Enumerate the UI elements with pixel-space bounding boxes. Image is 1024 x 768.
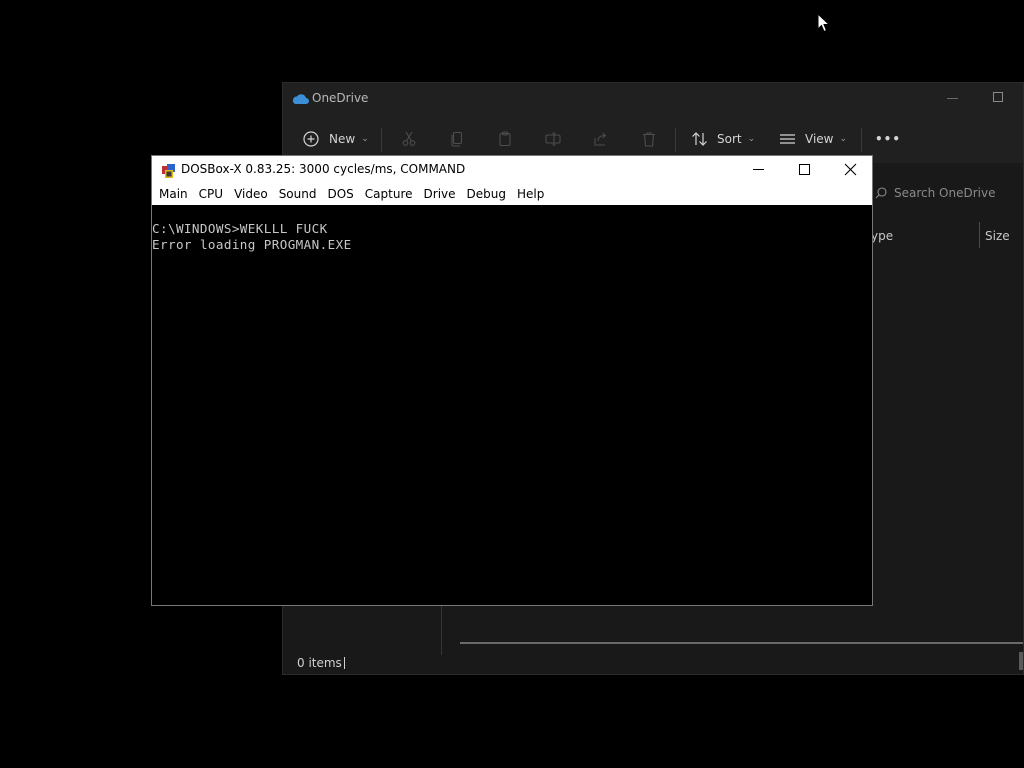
trash-icon[interactable]: [641, 131, 657, 147]
more-options-icon: •••: [875, 132, 902, 146]
explorer-title: OneDrive: [312, 91, 369, 105]
rename-icon[interactable]: [545, 131, 561, 147]
console-line-error: Error loading PROGMAN.EXE: [152, 237, 352, 252]
cloud-icon: [292, 94, 309, 104]
chevron-down-icon: ⌄: [839, 134, 848, 144]
column-header-size[interactable]: Size: [985, 229, 1010, 243]
minimize-icon: [753, 169, 764, 170]
dosbox-close-button[interactable]: [827, 156, 873, 184]
menu-sound[interactable]: Sound: [279, 184, 322, 205]
status-divider: [344, 657, 345, 669]
copy-icon[interactable]: [449, 131, 465, 147]
search-icon: [875, 187, 887, 199]
dos-console[interactable]: C:\WINDOWS>WEKLLL FUCK Error loading PRO…: [152, 205, 872, 605]
toolbar-divider: [861, 128, 862, 152]
menu-cpu[interactable]: CPU: [199, 184, 228, 205]
column-header-type[interactable]: ype: [871, 229, 893, 243]
menu-help[interactable]: Help: [517, 184, 549, 205]
chevron-down-icon: ⌄: [361, 134, 369, 144]
mouse-pointer-icon: [817, 13, 830, 33]
new-button-label: New: [329, 132, 356, 146]
chevron-down-icon: ⌄: [747, 134, 756, 144]
view-toggle-button[interactable]: [1019, 652, 1023, 670]
toolbar-divider: [675, 128, 676, 152]
explorer-maximize-button[interactable]: [993, 92, 1003, 102]
status-item-count: 0 items: [297, 656, 342, 670]
dosbox-menubar: Main CPU Video Sound DOS Capture Drive D…: [152, 184, 872, 205]
maximize-icon: [799, 164, 810, 175]
scissors-icon[interactable]: [401, 131, 417, 147]
dosbox-title: DOSBox-X 0.83.25: 3000 cycles/ms, COMMAN…: [181, 162, 466, 176]
explorer-titlebar[interactable]: OneDrive: [283, 83, 1023, 115]
view-button-label: View: [805, 132, 834, 146]
sort-button-label: Sort: [717, 132, 742, 146]
menu-dos[interactable]: DOS: [327, 184, 358, 205]
search-placeholder: Search OneDrive: [894, 186, 996, 200]
share-icon[interactable]: [593, 131, 609, 147]
dosbox-window: DOSBox-X 0.83.25: 3000 cycles/ms, COMMAN…: [151, 155, 873, 606]
search-box[interactable]: Search OneDrive: [873, 181, 1023, 207]
explorer-minimize-button[interactable]: [947, 98, 958, 99]
horizontal-scrollbar[interactable]: [460, 642, 1023, 644]
menu-capture[interactable]: Capture: [365, 184, 418, 205]
menu-main[interactable]: Main: [159, 184, 193, 205]
menu-debug[interactable]: Debug: [467, 184, 511, 205]
menu-video[interactable]: Video: [234, 184, 273, 205]
sort-arrows-icon: [692, 132, 707, 146]
more-options-button[interactable]: •••: [875, 115, 901, 163]
close-icon: [844, 163, 857, 176]
toolbar-divider: [381, 128, 382, 152]
paste-icon[interactable]: [497, 131, 513, 147]
dosbox-titlebar[interactable]: DOSBox-X 0.83.25: 3000 cycles/ms, COMMAN…: [152, 156, 872, 184]
menu-drive[interactable]: Drive: [424, 184, 461, 205]
plus-circle-icon: [303, 131, 319, 147]
dosbox-maximize-button[interactable]: [781, 156, 827, 184]
column-divider[interactable]: [979, 222, 980, 248]
list-view-icon: [780, 134, 795, 144]
console-line-command: C:\WINDOWS>WEKLLL FUCK: [152, 221, 328, 236]
navigation-pane-divider[interactable]: [441, 603, 442, 655]
dosbox-minimize-button[interactable]: [736, 156, 782, 184]
dosbox-app-icon: [162, 164, 175, 178]
